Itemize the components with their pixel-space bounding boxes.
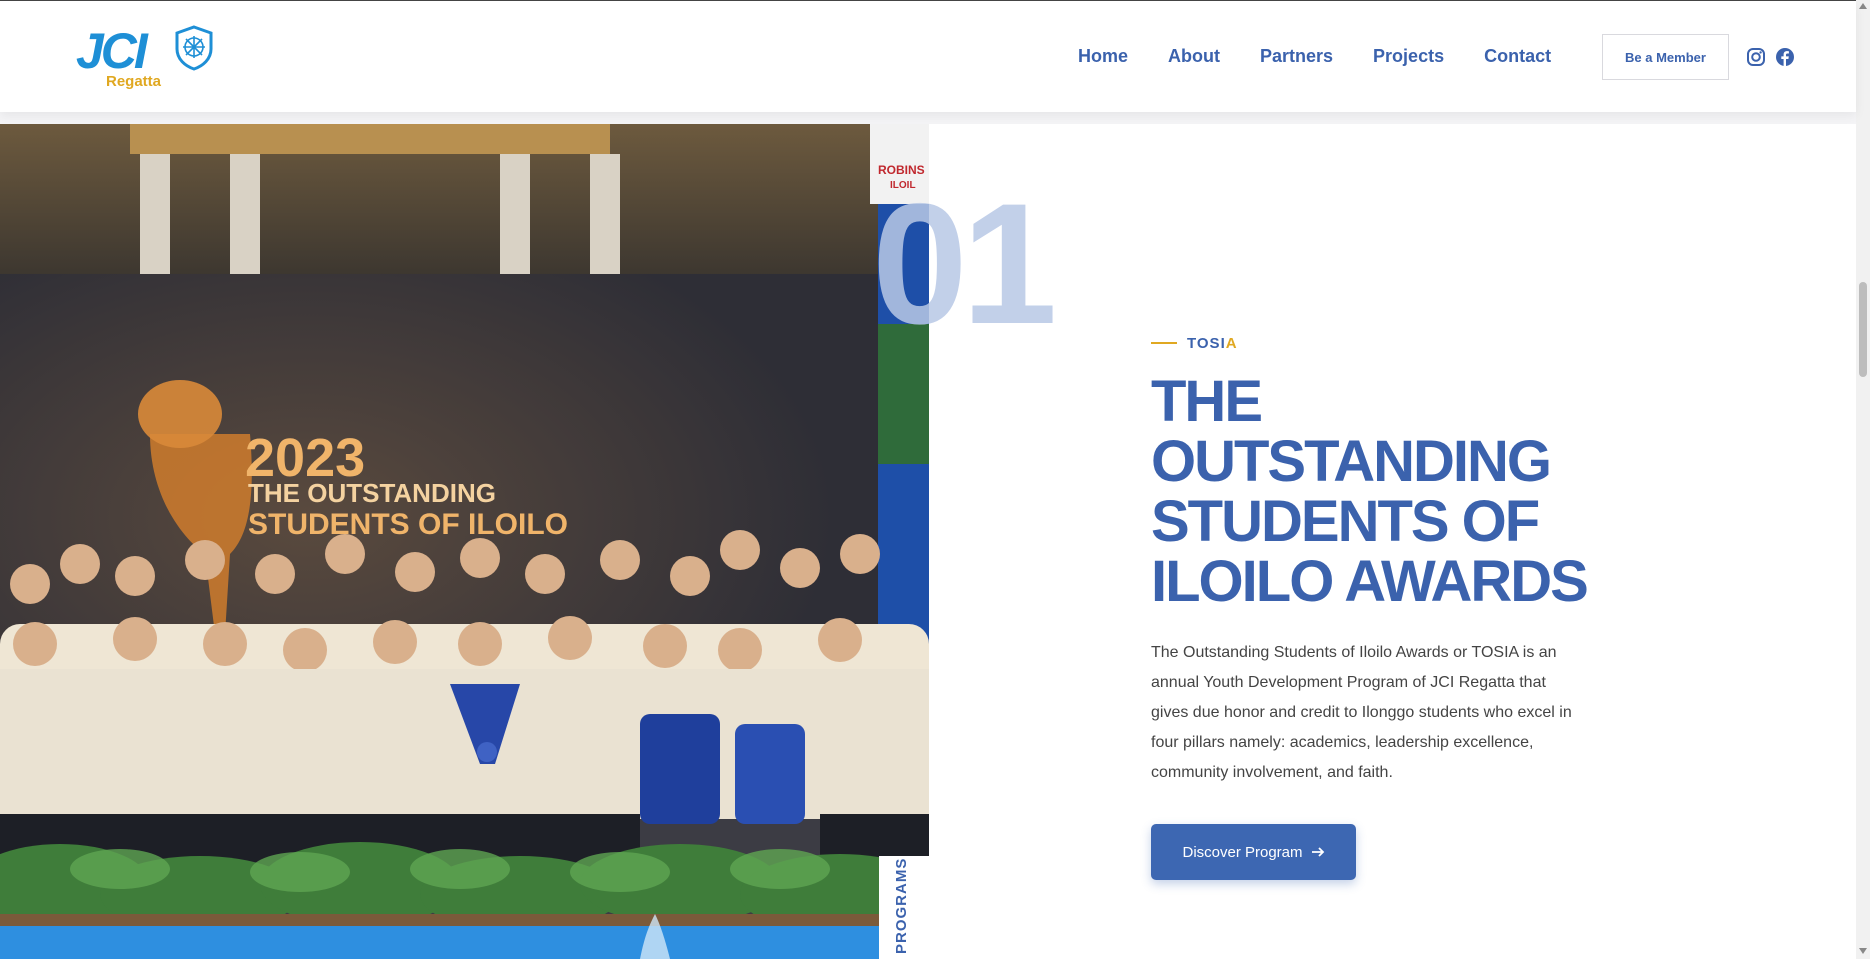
site-header: JCI Regatta Home About Partners Projects… <box>0 0 1856 112</box>
program-kicker-main: TOSI <box>1187 335 1226 352</box>
nav-partners[interactable]: Partners <box>1260 45 1333 67</box>
discover-program-button[interactable]: Discover Program <box>1151 824 1356 880</box>
stage-title-line2: STUDENTS OF ILOILO <box>248 508 568 541</box>
nav-about[interactable]: About <box>1168 45 1220 67</box>
shield-icon <box>175 25 213 71</box>
program-number: 01 <box>872 168 1057 360</box>
program-description: The Outstanding Students of Iloilo Award… <box>1151 644 1572 781</box>
event-photo-illustration: ROBINS ILOIL 2023 THE OUTSTANDING STUDEN… <box>0 124 929 959</box>
scroll-up-arrow-icon[interactable] <box>1859 3 1867 9</box>
scrollbar-thumb[interactable] <box>1859 282 1867 377</box>
main-nav: Home About Partners Projects Contact <box>1078 45 1591 67</box>
nav-contact[interactable]: Contact <box>1484 45 1551 67</box>
program-kicker: TOSIA <box>1187 335 1238 352</box>
program-kicker-highlight: A <box>1225 335 1238 352</box>
page: JCI Regatta Home About Partners Projects… <box>0 0 1870 959</box>
event-photo: ROBINS ILOIL 2023 THE OUTSTANDING STUDEN… <box>0 124 929 959</box>
logo-text: JCI <box>76 23 148 79</box>
header-shadow-strip <box>0 112 1856 124</box>
be-a-member-button[interactable]: Be a Member <box>1602 34 1729 80</box>
page-scrollbar[interactable] <box>1856 0 1870 959</box>
programs-vertical-tab[interactable]: PROGRAMS <box>879 856 929 959</box>
kicker-divider <box>1151 342 1177 344</box>
program-title: THE OUTSTANDING STUDENTS OF ILOILO AWARD… <box>1151 369 1589 614</box>
scroll-down-arrow-icon[interactable] <box>1859 948 1867 954</box>
programs-vertical-label: PROGRAMS <box>893 857 910 954</box>
nav-projects[interactable]: Projects <box>1373 45 1444 67</box>
instagram-icon[interactable] <box>1746 47 1766 67</box>
arrow-right-icon <box>1311 847 1324 857</box>
nav-home[interactable]: Home <box>1078 45 1128 67</box>
logo-subtitle: Regatta <box>106 73 162 90</box>
facebook-icon[interactable] <box>1775 47 1795 67</box>
stage-title-line1: THE OUTSTANDING <box>248 478 496 508</box>
site-logo[interactable]: JCI Regatta <box>76 23 216 93</box>
discover-program-label: Discover Program <box>1182 843 1303 861</box>
